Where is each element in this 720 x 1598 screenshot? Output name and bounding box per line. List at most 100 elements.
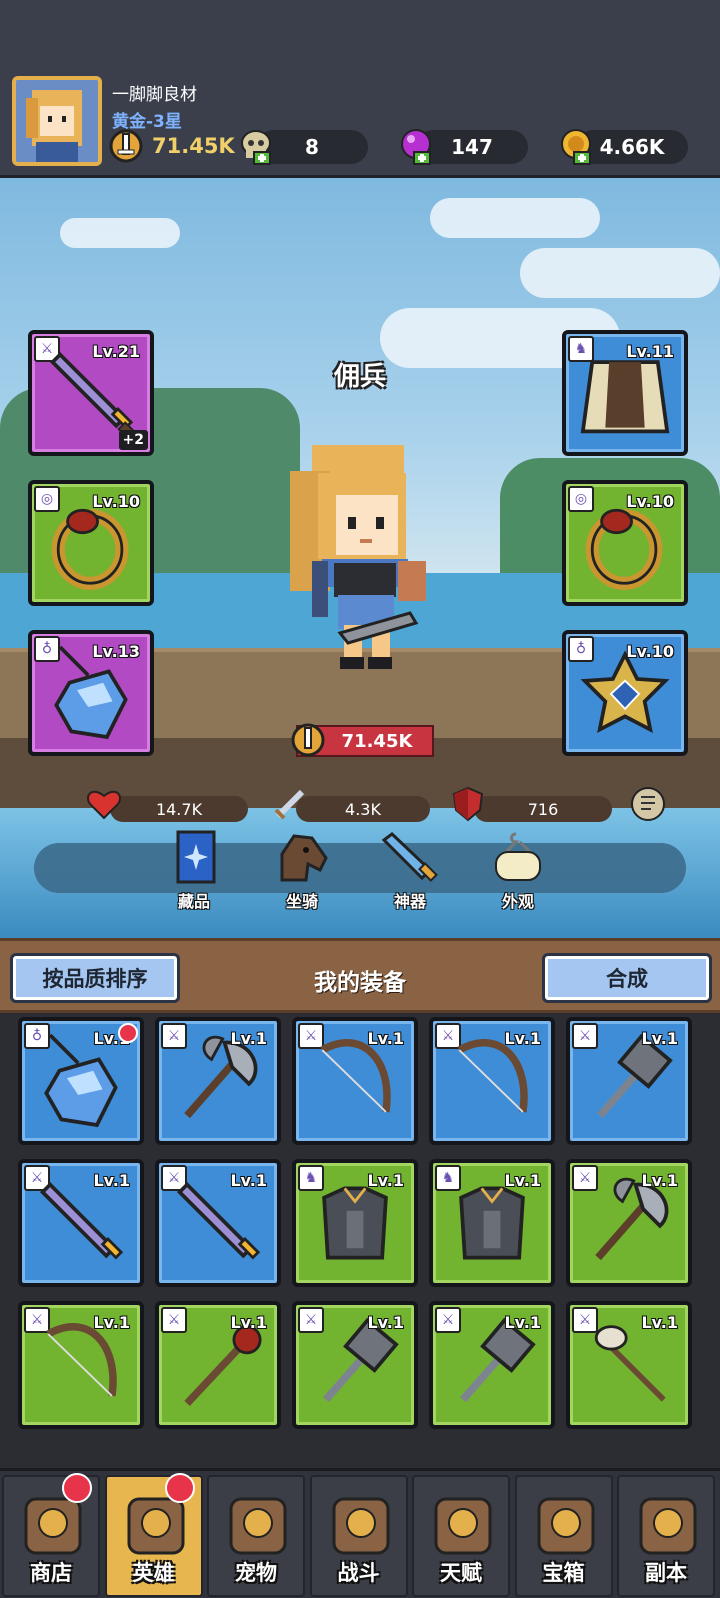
inventory-item[interactable]: ⚔ Lv.1 [566,1301,692,1429]
merge-button[interactable]: 合成 [542,953,712,1003]
stats-detail-icon[interactable] [630,786,666,822]
inventory-grid: ♁ Lv.1 ⚔ Lv.1 ⚔ Lv.1 ⚔ Lv.1 ⚔ Lv.1 ⚔ Lv.1 ⚔ Lv.1 ♞ Lv.1… [0,1013,720,1468]
gem-add-icon[interactable] [396,126,436,166]
notification-badge [164,1473,195,1503]
item-level: Lv.1 [367,1313,404,1332]
bottom-nav: 商店 英雄 宠物 战斗 天赋 宝箱 副本 [0,1468,720,1598]
nav-item[interactable]: 商店 [2,1473,100,1597]
player-name: 一脚脚良材 [112,85,197,105]
equipped-armor-slot[interactable]: ♞ Lv.11 [562,330,688,456]
battle-icon [332,1497,389,1555]
cloud [520,248,720,298]
inventory-item[interactable]: ⚔ Lv.1 [429,1017,555,1145]
nav-item[interactable]: 战斗 [309,1475,408,1597]
inventory-item[interactable]: ⚔ Lv.1 [18,1301,144,1429]
hero-title: 佣兵 [333,362,386,392]
nav-item[interactable]: 天赋 [412,1475,510,1597]
slot-level: Lv.21 [92,342,140,361]
power-icon [106,126,146,166]
nav-label: 商店 [30,1561,72,1585]
item-level: Lv.1 [504,1029,541,1048]
game-screen: 一脚脚良材 黄金-3星 71.45K 8 147 4.66K 佣兵 ⚔ Lv.2… [0,0,720,1598]
hero-portrait-icon [16,80,98,162]
def-stat: 716 [474,796,612,822]
heart-icon [84,784,124,824]
inventory-item[interactable]: ⚔ Lv.1 [155,1017,281,1145]
hp-stat: 14.7K [110,796,248,822]
item-level: Lv.1 [93,1171,130,1190]
item-level: Lv.1 [504,1313,541,1332]
inventory-item[interactable]: ⚔ Lv.1 [429,1301,555,1429]
sword-stat-icon [270,784,310,824]
inventory-item[interactable]: ⚔ Lv.1 [155,1159,281,1287]
slot-level: Lv.10 [626,492,674,511]
equipment-bar: 按品质排序 我的装备 合成 [0,938,720,1013]
gem-count: 147 [451,135,493,159]
equipped-ring-slot-2[interactable]: ◎ Lv.10 [562,480,688,606]
item-level: Lv.1 [230,1171,267,1190]
top-header: 一脚脚良材 黄金-3星 71.45K 8 147 4.66K [0,0,720,178]
inventory-item[interactable]: ⚔ Lv.1 [155,1301,281,1429]
item-level: Lv.1 [230,1313,267,1332]
tab-artifact-label: 神器 [393,892,426,911]
hp-value: 14.7K [155,799,203,819]
sort-by-quality-button[interactable]: 按品质排序 [10,953,180,1003]
atk-value: 4.3K [345,799,381,819]
slot-level: Lv.13 [92,642,140,661]
def-value: 716 [527,799,559,819]
inventory-item[interactable]: ⚔ Lv.1 [18,1159,144,1287]
inventory-item[interactable]: ⚔ Lv.1 [566,1159,692,1287]
gold-count: 4.66K [599,135,665,159]
gold-add-icon[interactable] [556,126,596,166]
inventory-item[interactable]: ♞ Lv.1 [292,1159,418,1287]
tab-appearance-label: 外观 [501,892,534,911]
player-avatar[interactable] [12,76,102,166]
item-level: Lv.1 [641,1313,678,1332]
nav-item[interactable]: 宠物 [207,1475,305,1597]
tab-artifact[interactable]: 神器 [370,830,450,912]
tab-collection[interactable]: 藏品 [154,830,234,912]
hero-sprite[interactable] [260,443,460,683]
nav-item[interactable]: 副本 [617,1475,715,1597]
equipped-necklace-slot[interactable]: ♁ Lv.10 [562,630,688,756]
nav-item[interactable]: 英雄 [104,1473,203,1597]
item-level: Lv.1 [504,1171,541,1190]
nav-label: 英雄 [132,1561,175,1585]
horse-icon [280,834,328,882]
nav-item[interactable]: 宝箱 [514,1475,613,1597]
power-icon [288,720,328,760]
equipped-amulet-slot[interactable]: ♁ Lv.13 [28,630,154,756]
collection-book-icon [176,830,216,884]
equipped-weapon-slot[interactable]: ⚔ Lv.21 +2 [28,330,154,456]
hero-power: 71.45K [341,730,413,752]
nav-label: 天赋 [440,1561,482,1585]
inventory-item[interactable]: ♁ Lv.1 [18,1017,144,1145]
equipped-ring-slot[interactable]: ◎ Lv.10 [28,480,154,606]
item-level: Lv.1 [367,1171,404,1190]
inventory-item[interactable]: ⚔ Lv.1 [292,1017,418,1145]
pet-icon [229,1497,287,1555]
new-badge [118,1023,138,1043]
inventory-item[interactable]: ⚔ Lv.1 [566,1017,692,1145]
inventory-item[interactable]: ♞ Lv.1 [429,1159,555,1287]
slot-level: Lv.10 [626,642,674,661]
equipment-title: 我的装备 [314,970,406,996]
skull-count: 8 [305,135,319,159]
nav-label: 副本 [645,1561,687,1585]
nav-label: 战斗 [337,1561,380,1585]
nav-label: 宝箱 [542,1561,585,1585]
item-level: Lv.1 [367,1029,404,1048]
cloud [60,218,180,248]
skull-add-icon[interactable] [236,126,276,166]
item-level: Lv.1 [230,1029,267,1048]
atk-stat: 4.3K [296,796,430,822]
tab-collection-label: 藏品 [177,892,210,911]
tab-appearance[interactable]: 外观 [478,830,558,912]
chest-icon [537,1497,594,1555]
cloud [430,198,600,238]
outfit-icon [494,832,542,881]
upgrade-plus: +2 [118,430,148,450]
nav-label: 宠物 [235,1561,277,1585]
tab-mount[interactable]: 坐骑 [262,830,342,912]
inventory-item[interactable]: ⚔ Lv.1 [292,1301,418,1429]
